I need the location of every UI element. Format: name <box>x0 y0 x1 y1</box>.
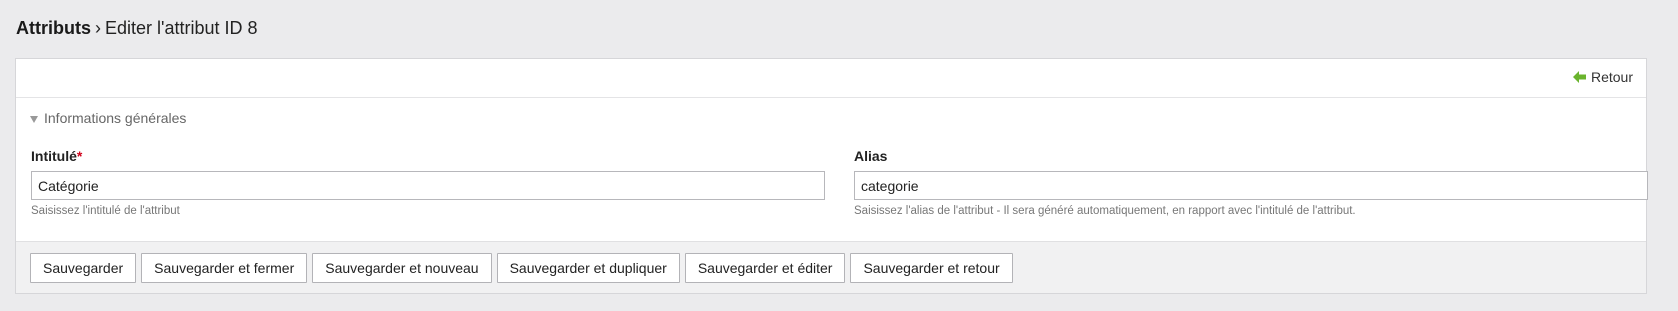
panel-toolbar: Retour <box>16 59 1646 98</box>
section-label: Informations générales <box>44 110 187 126</box>
alias-input[interactable] <box>854 171 1648 200</box>
save-and-return-button[interactable]: Sauvegarder et retour <box>850 252 1013 283</box>
title-help-text: Saisissez l'intitulé de l'attribut <box>31 205 180 217</box>
alias-label: Alias <box>854 148 888 164</box>
back-label: Retour <box>1590 69 1633 85</box>
breadcrumb-root[interactable]: Attributs <box>16 18 91 38</box>
alias-field-group: Alias Saisissez l'alias de l'attribut - … <box>854 147 1648 217</box>
required-marker: * <box>76 148 83 164</box>
save-and-duplicate-button[interactable]: Sauvegarder et dupliquer <box>496 252 680 283</box>
breadcrumb-separator: › <box>95 18 101 38</box>
edit-panel: Retour Informations générales Intitulé* … <box>15 58 1648 294</box>
title-input[interactable] <box>31 171 825 200</box>
arrow-left-icon <box>1572 71 1586 83</box>
save-and-new-button[interactable]: Sauvegarder et nouveau <box>312 252 492 283</box>
alias-help-text: Saisissez l'alias de l'attribut - Il ser… <box>854 205 1356 217</box>
save-button[interactable]: Sauvegarder <box>30 252 137 283</box>
save-and-close-button[interactable]: Sauvegarder et fermer <box>141 252 308 283</box>
back-button[interactable]: Retour <box>1572 69 1633 85</box>
breadcrumb-current: Editer l'attribut ID 8 <box>105 18 258 38</box>
save-and-edit-button[interactable]: Sauvegarder et éditer <box>684 252 846 283</box>
title-field-group: Intitulé* Saisissez l'intitulé de l'attr… <box>31 147 825 217</box>
form-actions: Sauvegarder Sauvegarder et fermer Sauveg… <box>16 241 1646 293</box>
section-toggle-general[interactable]: Informations générales <box>30 110 186 126</box>
page-title: Attributs › Editer l'attribut ID 8 <box>16 17 258 39</box>
triangle-down-icon <box>30 110 38 126</box>
title-label: Intitulé* <box>31 148 83 164</box>
